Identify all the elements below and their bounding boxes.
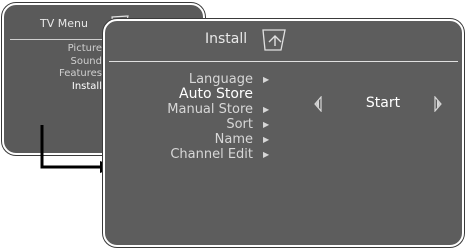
install-menu-list: Language ▶ Auto Store Manual Store ▶ Sor… [105, 72, 275, 162]
install-item-label: Language [188, 72, 253, 87]
tv-menu-title: TV Menu [40, 17, 88, 30]
submenu-arrow-icon: ▶ [263, 120, 270, 129]
install-item-label: Auto Store [179, 86, 253, 102]
install-item-label: Manual Store [167, 102, 253, 117]
right-arrow-icon[interactable] [433, 96, 443, 112]
install-panel: Install Language ▶ Auto Store Manual Sto… [103, 19, 464, 247]
install-item-label: Channel Edit [170, 147, 253, 162]
tv-menu-list: Picture Sound Features Install [12, 43, 102, 93]
tv-menu-item-features[interactable]: Features [12, 68, 102, 81]
tv-menu-item-sound[interactable]: Sound [12, 56, 103, 69]
install-item-sort[interactable]: Sort ▶ [105, 117, 275, 132]
auto-store-value: Start [365, 95, 401, 111]
submenu-arrow-icon: ▶ [263, 150, 270, 159]
install-item-manual-store[interactable]: Manual Store ▶ [105, 102, 275, 117]
install-return-icon [262, 29, 286, 51]
install-item-language[interactable]: Language ▶ [105, 72, 275, 87]
tv-menu-item-install[interactable]: Install [12, 81, 102, 94]
left-arrow-icon[interactable] [313, 96, 323, 112]
install-item-channel-edit[interactable]: Channel Edit ▶ [105, 147, 275, 162]
tv-menu-divider [10, 39, 112, 40]
auto-store-value-selector[interactable]: Start [313, 95, 443, 113]
install-header: Install [105, 21, 462, 63]
install-divider [109, 61, 458, 62]
install-item-label: Sort [226, 117, 253, 132]
tv-menu-item-picture[interactable]: Picture [12, 43, 102, 56]
install-item-name[interactable]: Name ▶ [105, 132, 275, 147]
submenu-arrow-icon: ▶ [263, 105, 270, 114]
submenu-arrow-icon: ▶ [263, 75, 270, 84]
install-title: Install [205, 31, 248, 47]
install-item-auto-store[interactable]: Auto Store [105, 87, 275, 102]
submenu-arrow-icon: ▶ [263, 135, 270, 144]
install-item-label: Name [214, 132, 253, 147]
